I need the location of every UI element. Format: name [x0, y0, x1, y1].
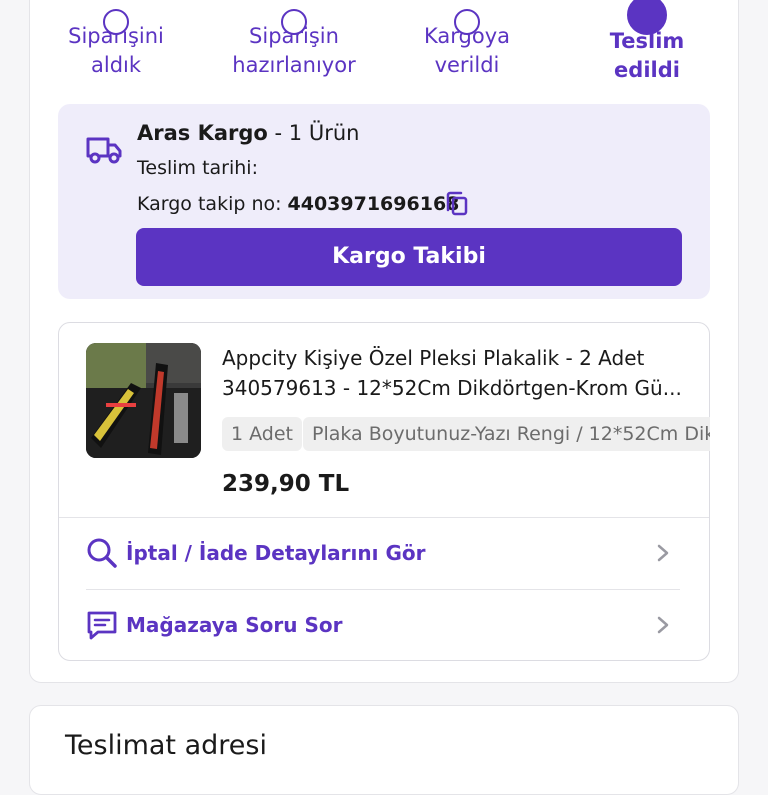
- variant-chip: Plaka Boyutunuz-Yazı Rengi / 12*52Cm Dik…: [303, 417, 710, 451]
- step-label-line2: aldık: [90, 53, 142, 77]
- ask-seller-link[interactable]: Mağazaya Soru Sor: [86, 605, 680, 645]
- tracking-number[interactable]: 4403971696168: [288, 193, 460, 215]
- chevron-right-icon: [657, 616, 669, 634]
- ask-seller-label: Mağazaya Soru Sor: [126, 613, 343, 637]
- quantity-chip: 1 Adet: [222, 417, 302, 451]
- step-dot: [454, 9, 480, 35]
- search-icon: [87, 538, 117, 568]
- tracking-row: Kargo takip no: 4403971696168: [137, 190, 459, 218]
- step-preparing: Siparişin hazırlanıyor: [214, 9, 374, 80]
- step-order-received: Siparişini aldık: [36, 9, 196, 80]
- tracking-label: Kargo takip no:: [137, 193, 282, 215]
- chat-icon: [87, 611, 117, 640]
- cancel-return-details-link[interactable]: İptal / İade Detaylarını Gör: [86, 533, 680, 573]
- carrier-name: Aras Kargo: [137, 121, 268, 145]
- track-shipment-button[interactable]: Kargo Takibi: [136, 228, 682, 286]
- truck-icon: [86, 137, 122, 164]
- delivery-address-title: Teslimat adresi: [65, 730, 267, 761]
- item-count: - 1 Ürün: [267, 121, 360, 145]
- step-label-line2: verildi: [434, 53, 500, 77]
- chevron-right-icon: [657, 544, 669, 562]
- step-shipped: Kargoya verildi: [387, 9, 547, 80]
- product-name-line1: Appcity Kişiye Özel Pleksi Plakalik - 2 …: [222, 346, 645, 370]
- product-image[interactable]: [86, 343, 201, 458]
- product-price: 239,90 TL: [222, 471, 350, 497]
- step-label-line2: hazırlanıyor: [232, 53, 356, 77]
- step-label-line2: edildi: [614, 58, 680, 82]
- divider: [86, 589, 680, 590]
- step-delivered: Teslim edildi: [567, 0, 727, 85]
- delivery-date-label: Teslim tarihi:: [137, 157, 258, 179]
- step-dot: [281, 9, 307, 35]
- cancel-return-details-label: İptal / İade Detaylarını Gör: [126, 541, 426, 565]
- product-name[interactable]: Appcity Kişiye Özel Pleksi Plakalik - 2 …: [222, 343, 692, 403]
- divider: [59, 517, 709, 518]
- shipping-carrier: Aras Kargo - 1 Ürün: [137, 118, 359, 148]
- step-dot: [103, 9, 129, 35]
- copy-icon[interactable]: [443, 190, 471, 218]
- product-name-line2: 340579613 - 12*52Cm Dikdörtgen-Krom Gü..…: [222, 376, 682, 400]
